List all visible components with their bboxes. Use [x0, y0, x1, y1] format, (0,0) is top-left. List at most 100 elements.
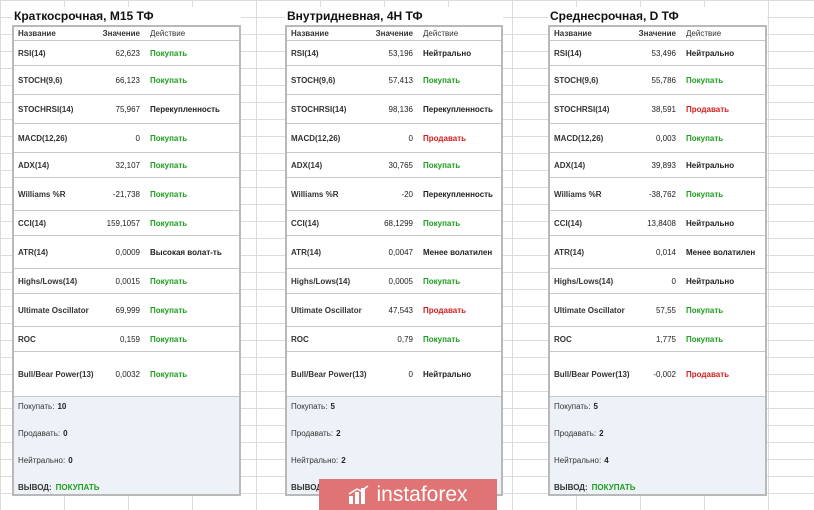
- table-row: CCI(14) 159,1057 Покупать: [14, 211, 239, 236]
- column-header-action: Действие: [686, 29, 722, 38]
- indicator-name: Bull/Bear Power(13): [18, 369, 94, 379]
- indicator-action: Покупать: [686, 189, 724, 199]
- indicator-value: 68,1299: [384, 218, 413, 228]
- table-row: RSI(14) 62,623 Покупать: [14, 41, 239, 66]
- indicator-name: STOCH(9,6): [554, 75, 599, 85]
- indicator-name: CCI(14): [291, 218, 320, 228]
- column-header-action: Действие: [423, 29, 459, 38]
- summary-neutral: Нейтрально: 4: [554, 456, 609, 465]
- column-header-action: Действие: [150, 29, 186, 38]
- table-header: Название Значение Действие: [550, 27, 765, 41]
- indicator-value: 30,765: [388, 160, 413, 170]
- indicator-name: Bull/Bear Power(13): [291, 369, 367, 379]
- indicator-name: ROC: [554, 334, 572, 344]
- instaforex-logo-icon: [349, 484, 369, 504]
- indicator-name: MACD(12,26): [291, 133, 341, 143]
- indicator-name: ROC: [18, 334, 36, 344]
- table-row: RSI(14) 53,496 Нейтрально: [550, 41, 765, 66]
- indicator-action: Покупать: [686, 334, 724, 344]
- indicator-value: 13,8408: [647, 218, 676, 228]
- verdict-value: ПОКУПАТЬ: [55, 483, 100, 492]
- indicator-value: 0: [671, 276, 676, 286]
- indicator-name: ADX(14): [554, 160, 586, 170]
- indicator-value: -20: [401, 189, 413, 199]
- summary-sell: Продавать: 0: [18, 429, 68, 438]
- summary-sell-label: Продавать:: [18, 429, 61, 438]
- table-header: Название Значение Действие: [287, 27, 501, 41]
- column-header-name: Название: [18, 29, 56, 38]
- table-row: Bull/Bear Power(13) 0,0032 Покупать: [14, 352, 239, 397]
- summary-sell-count: 2: [599, 429, 604, 438]
- indicator-name: MACD(12,26): [554, 133, 604, 143]
- summary-sell-count: 0: [63, 429, 68, 438]
- summary-buy-label: Покупать:: [18, 402, 55, 411]
- table-row: RSI(14) 53,196 Нейтрально: [287, 41, 501, 66]
- indicator-name: Highs/Lows(14): [554, 276, 614, 286]
- table-row: Williams %R -38,762 Покупать: [550, 178, 765, 211]
- indicator-value: 53,496: [651, 48, 676, 58]
- indicator-name: Williams %R: [291, 189, 339, 199]
- table-row: STOCHRSI(14) 98,136 Перекупленность: [287, 95, 501, 124]
- indicator-value: 39,893: [651, 160, 676, 170]
- indicator-action: Покупать: [150, 189, 188, 199]
- summary-block: Покупать: 5 Продавать: 2 Нейтрально: 4 ВЫВОД: П…: [550, 397, 765, 494]
- indicator-name: STOCH(9,6): [18, 75, 63, 85]
- indicator-value: 0,79: [397, 334, 413, 344]
- panel-title: Среднесрочная, D ТФ: [548, 7, 767, 25]
- summary-buy: Покупать: 5: [291, 402, 335, 411]
- summary-buy: Покупать: 10: [18, 402, 66, 411]
- indicator-name: ATR(14): [554, 247, 585, 257]
- summary-neutral-label: Нейтрально:: [291, 456, 339, 465]
- summary-neutral-count: 4: [604, 456, 609, 465]
- indicator-action: Покупать: [150, 133, 188, 143]
- indicator-name: RSI(14): [554, 48, 582, 58]
- indicator-name: STOCHRSI(14): [291, 104, 347, 114]
- indicator-name: STOCHRSI(14): [18, 104, 74, 114]
- indicator-value: 53,196: [388, 48, 413, 58]
- table-row: Highs/Lows(14) 0,0005 Покупать: [287, 269, 501, 294]
- indicator-action: Покупать: [150, 276, 188, 286]
- indicator-action: Покупать: [423, 75, 461, 85]
- indicator-value: 32,107: [115, 160, 140, 170]
- table-row: MACD(12,26) 0 Продавать: [287, 124, 501, 153]
- table-row: CCI(14) 13,8408 Нейтрально: [550, 211, 765, 236]
- table-row: Ultimate Oscillator 47,543 Продавать: [287, 294, 501, 327]
- indicator-name: RSI(14): [18, 48, 46, 58]
- table-row: MACD(12,26) 0,003 Покупать: [550, 124, 765, 153]
- indicator-action: Покупать: [423, 334, 461, 344]
- indicator-action: Перекупленность: [423, 189, 493, 199]
- indicator-value: 38,591: [651, 104, 676, 114]
- indicator-action: Продавать: [423, 133, 467, 143]
- indicator-action: Покупать: [150, 218, 188, 228]
- table-row: STOCHRSI(14) 75,967 Перекупленность: [14, 95, 239, 124]
- table-row: ROC 1,775 Покупать: [550, 327, 765, 352]
- panel-title: Краткосрочная, M15 ТФ: [12, 7, 241, 25]
- summary-neutral: Нейтрально: 0: [18, 456, 73, 465]
- table-row: Bull/Bear Power(13) 0 Нейтрально: [287, 352, 501, 397]
- indicator-value: 75,967: [115, 104, 140, 114]
- indicator-value: -38,762: [648, 189, 676, 199]
- indicator-action: Покупать: [686, 133, 724, 143]
- summary-buy-count: 5: [593, 402, 598, 411]
- table-row: ADX(14) 32,107 Покупать: [14, 153, 239, 178]
- indicator-name: ATR(14): [18, 247, 49, 257]
- summary-sell: Продавать: 2: [291, 429, 341, 438]
- indicator-value: 0: [408, 133, 413, 143]
- indicator-action: Покупать: [150, 305, 188, 315]
- table-row: Williams %R -21,738 Покупать: [14, 178, 239, 211]
- summary-sell-count: 2: [336, 429, 341, 438]
- table-row: STOCH(9,6) 55,786 Покупать: [550, 66, 765, 95]
- summary-neutral-label: Нейтрально:: [554, 456, 602, 465]
- summary-verdict: ВЫВОД:ПОКУПАТЬ: [18, 483, 99, 492]
- indicator-action: Покупать: [686, 305, 724, 315]
- indicator-action: Менее волатилен: [423, 247, 493, 257]
- indicator-name: Bull/Bear Power(13): [554, 369, 630, 379]
- indicator-action: Перекупленность: [150, 104, 220, 114]
- table-row: ATR(14) 0,014 Менее волатилен: [550, 236, 765, 269]
- table-row: Highs/Lows(14) 0,0015 Покупать: [14, 269, 239, 294]
- indicator-action: Покупать: [150, 369, 188, 379]
- indicator-action: Высокая волат-ть: [150, 247, 222, 257]
- table-row: STOCH(9,6) 66,123 Покупать: [14, 66, 239, 95]
- indicator-action: Нейтрально: [686, 48, 735, 58]
- table-row: Ultimate Oscillator 69,999 Покупать: [14, 294, 239, 327]
